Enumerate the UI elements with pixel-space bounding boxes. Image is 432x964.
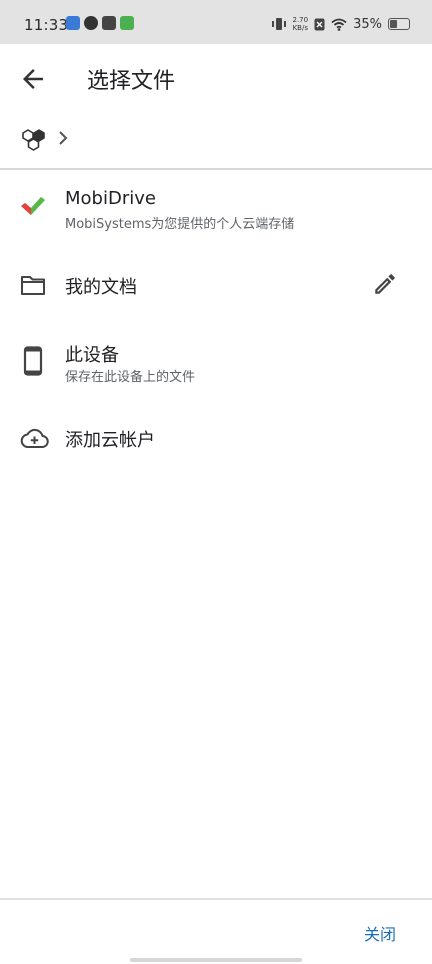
phone-icon <box>18 346 48 376</box>
battery-icon <box>388 18 410 30</box>
sim-off-icon <box>314 18 325 30</box>
cloud-add-icon <box>18 423 50 453</box>
storage-root-icon[interactable] <box>20 125 48 153</box>
status-time: 11:33 <box>24 16 69 34</box>
close-button[interactable]: 关闭 <box>364 921 396 945</box>
list-item-title: 添加云帐户 <box>65 430 155 451</box>
network-speed: 2.70 KB/s <box>293 16 309 32</box>
home-indicator[interactable] <box>130 958 302 962</box>
network-speed-unit: KB/s <box>292 24 308 32</box>
divider <box>0 898 432 900</box>
list-item-subtitle: MobiSystems为您提供的个人云端存储 <box>65 217 295 232</box>
divider <box>0 168 432 170</box>
notification-app-icon <box>84 16 98 30</box>
list-item-my-documents[interactable]: 我的文档 <box>0 256 432 314</box>
battery-level <box>390 20 397 28</box>
status-right-group: 2.70 KB/s 35% <box>271 15 410 33</box>
list-item-subtitle: 保存在此设备上的文件 <box>65 370 196 385</box>
list-item-this-device[interactable]: 此设备 保存在此设备上的文件 <box>0 334 432 398</box>
folder-icon <box>18 270 48 300</box>
list-item-mobidrive[interactable]: MobiDrive MobiSystems为您提供的个人云端存储 <box>0 180 432 244</box>
list-item-add-cloud-account[interactable]: 添加云帐户 <box>0 412 432 466</box>
notification-app-icon <box>66 16 80 30</box>
edit-pencil-icon[interactable] <box>372 271 398 297</box>
list-item-title: 我的文档 <box>65 277 137 298</box>
notification-app-icon <box>120 16 134 30</box>
status-bar: 11:33 2.70 KB/s 35% <box>0 0 432 44</box>
app-toolbar: 选择文件 <box>0 44 432 112</box>
notification-mail-icon <box>102 16 116 30</box>
page-title: 选择文件 <box>87 69 176 94</box>
vibrate-icon <box>271 18 286 30</box>
network-speed-value: 2.70 <box>292 16 309 24</box>
list-item-title: MobiDrive <box>65 188 156 209</box>
back-arrow-icon[interactable] <box>18 64 48 94</box>
breadcrumb <box>0 116 432 166</box>
wifi-icon <box>331 18 347 31</box>
mobidrive-icon <box>18 191 48 221</box>
battery-percent: 35% <box>353 16 382 32</box>
list-item-title: 此设备 <box>65 345 119 366</box>
chevron-right-icon <box>59 131 68 145</box>
